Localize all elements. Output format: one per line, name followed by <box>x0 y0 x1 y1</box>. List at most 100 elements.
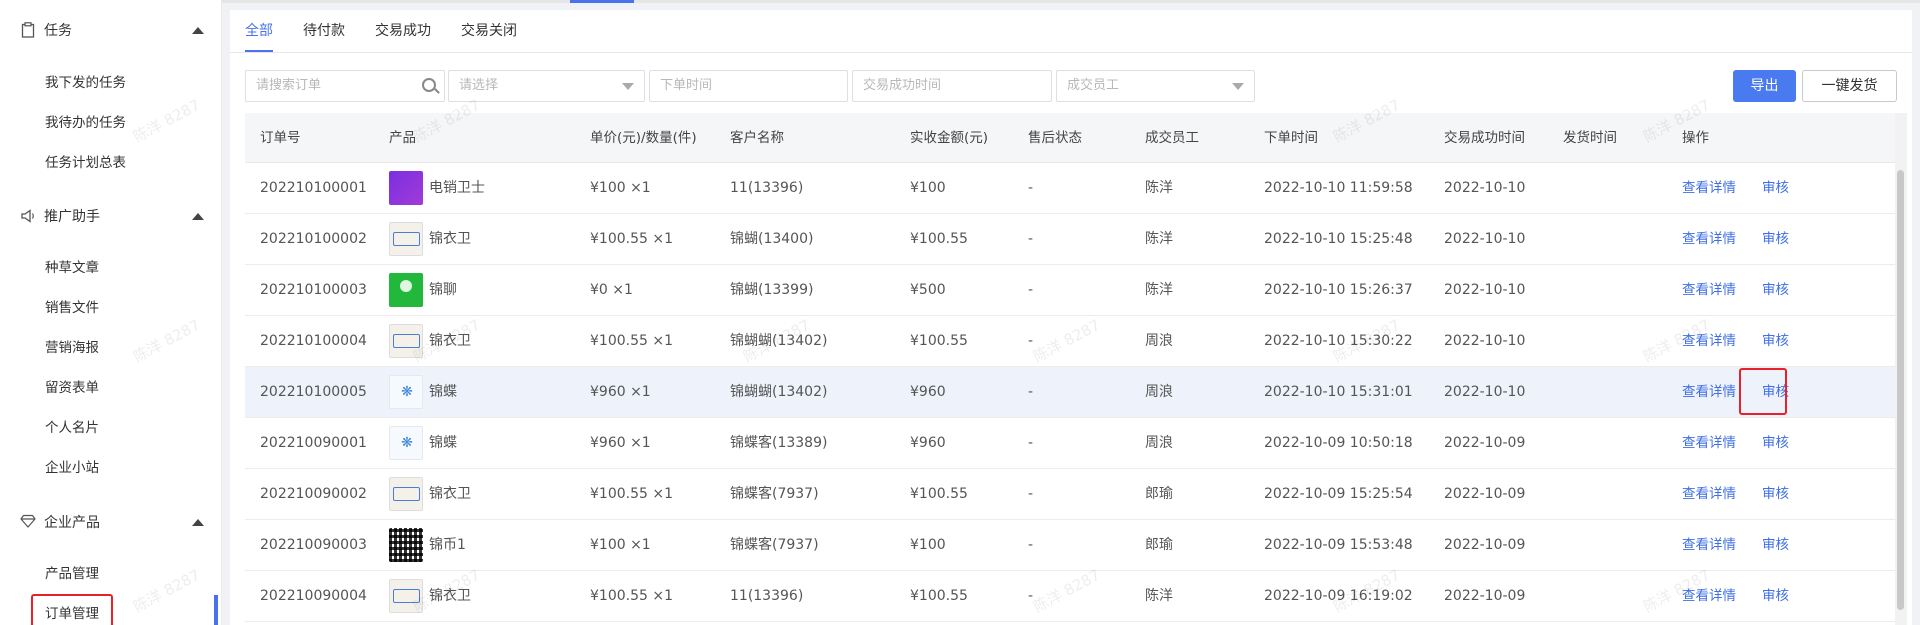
cell-order-time: 2022-10-10 15:30:22 <box>1264 333 1413 349</box>
cell-product-name: 电销卫士 <box>429 180 485 196</box>
top-divider <box>222 0 1920 3</box>
cell-after-sale: - <box>1028 588 1034 604</box>
cell-product-name: 锦聊 <box>429 282 457 298</box>
cell-amount: ¥100.55 <box>910 588 968 604</box>
table-row[interactable]: 202210100001 ¥100 ×1 11(13396) ¥100 - 陈洋 2022-… <box>245 163 1897 214</box>
chevron-up-icon[interactable] <box>192 26 204 34</box>
sidebar-item-sales-files[interactable]: 销售文件 <box>45 295 99 321</box>
review-link[interactable]: 审核 <box>1762 571 1789 621</box>
table-row[interactable]: 202210090002 ¥100.55 ×1 锦蝶客(7937) ¥100.55 - 郎… <box>245 469 1897 520</box>
cell-customer: 锦蝶客(7937) <box>730 486 819 502</box>
sidebar-group-label: 推广助手 <box>44 209 100 225</box>
review-link[interactable]: 审核 <box>1762 520 1789 570</box>
review-link[interactable]: 审核 <box>1762 316 1789 366</box>
review-link[interactable]: 审核 <box>1762 163 1789 213</box>
cell-success-time: 2022-10-09 <box>1444 588 1526 604</box>
sidebar-group-label: 任务 <box>44 23 72 39</box>
table-row[interactable]: 202210090001 ¥960 ×1 锦蝶客(13389) ¥960 - 周浪 2022… <box>245 418 1897 469</box>
tab-all[interactable]: 全部 <box>245 10 273 52</box>
cell-price-qty: ¥960 ×1 <box>590 435 651 451</box>
view-details-link[interactable]: 查看详情 <box>1682 163 1736 213</box>
product-thumbnail <box>389 222 423 256</box>
view-details-link[interactable]: 查看详情 <box>1682 265 1736 315</box>
cell-customer: 锦蝴(13399) <box>730 282 814 298</box>
table-row[interactable]: 202210100002 ¥100.55 ×1 锦蝴(13400) ¥100.55 - 陈… <box>245 214 1897 265</box>
tab-success[interactable]: 交易成功 <box>375 10 431 52</box>
view-details-link[interactable]: 查看详情 <box>1682 316 1736 366</box>
chevron-up-icon[interactable] <box>192 212 204 220</box>
sidebar-group-promotion[interactable]: 推广助手 <box>0 194 221 238</box>
cell-order-no: 202210100004 <box>260 333 367 349</box>
sidebar-item-task-plan[interactable]: 任务计划总表 <box>45 150 126 176</box>
sidebar-item-issued-tasks[interactable]: 我下发的任务 <box>45 70 126 96</box>
chevron-up-icon[interactable] <box>192 518 204 526</box>
table-row[interactable]: 202210100005 ¥960 ×1 锦蝴蝴(13402) ¥960 - 周浪 2022… <box>245 367 1897 418</box>
export-button[interactable]: 导出 <box>1733 70 1796 102</box>
cell-price-qty: ¥100.55 ×1 <box>590 333 673 349</box>
sidebar-item-articles[interactable]: 种草文章 <box>45 255 99 281</box>
cell-order-time: 2022-10-09 15:25:54 <box>1264 486 1413 502</box>
select-dropdown[interactable]: 请选择 <box>448 70 645 102</box>
cell-amount: ¥100 <box>910 537 946 553</box>
ship-all-button[interactable]: 一键发货 <box>1802 70 1897 102</box>
cell-customer: 锦蝴蝴(13402) <box>730 384 828 400</box>
cell-amount: ¥960 <box>910 435 946 451</box>
view-details-link[interactable]: 查看详情 <box>1682 571 1736 621</box>
search-icon[interactable] <box>422 78 436 92</box>
sidebar-item-mini-site[interactable]: 企业小站 <box>45 455 99 481</box>
cell-price-qty: ¥100.55 ×1 <box>590 231 673 247</box>
sidebar-item-business-card[interactable]: 个人名片 <box>45 415 99 441</box>
table-row[interactable]: 202210100004 ¥100.55 ×1 锦蝴蝴(13402) ¥100.55 -… <box>245 316 1897 367</box>
tab-closed[interactable]: 交易关闭 <box>461 10 517 52</box>
cell-order-time: 2022-10-10 15:31:01 <box>1264 384 1413 400</box>
scrollbar-thumb[interactable] <box>1897 170 1904 610</box>
cell-amount: ¥100.55 <box>910 333 968 349</box>
cell-order-no: 202210100002 <box>260 231 367 247</box>
table-row[interactable]: 202210100003 ¥0 ×1 锦蝴(13399) ¥500 - 陈洋 2022-10… <box>245 265 1897 316</box>
sidebar-group-tasks[interactable]: 任务 <box>0 8 221 52</box>
review-link[interactable]: 审核 <box>1762 214 1789 264</box>
tab-pending-payment[interactable]: 待付款 <box>303 10 345 52</box>
col-price-qty: 单价(元)/数量(件) <box>590 130 697 146</box>
cell-after-sale: - <box>1028 231 1034 247</box>
employee-select[interactable]: 成交员工 <box>1056 70 1255 102</box>
cell-amount: ¥100.55 <box>910 231 968 247</box>
cell-product-name: 锦衣卫 <box>429 333 471 349</box>
product-thumbnail <box>389 171 423 205</box>
review-link[interactable]: 审核 <box>1762 469 1789 519</box>
cell-success-time: 2022-10-09 <box>1444 435 1526 451</box>
clipboard-icon <box>20 22 36 38</box>
cell-product-name: 锦蝶 <box>429 435 457 451</box>
col-actions: 操作 <box>1682 130 1709 146</box>
cell-price-qty: ¥0 ×1 <box>590 282 633 298</box>
success-time-input[interactable]: 交易成功时间 <box>852 70 1052 102</box>
search-input[interactable]: 请搜索订单 <box>245 70 445 102</box>
sidebar-group-products[interactable]: 企业产品 <box>0 500 221 544</box>
col-employee: 成交员工 <box>1145 130 1199 146</box>
cell-employee: 周浪 <box>1145 333 1173 349</box>
review-link[interactable]: 审核 <box>1762 418 1789 468</box>
order-time-input[interactable]: 下单时间 <box>649 70 848 102</box>
cell-success-time: 2022-10-10 <box>1444 180 1526 196</box>
tabs-divider <box>230 52 1912 53</box>
table-row[interactable]: 202210090004 ¥100.55 ×1 11(13396) ¥100.55 - 陈… <box>245 571 1897 622</box>
cell-employee: 陈洋 <box>1145 282 1173 298</box>
view-details-link[interactable]: 查看详情 <box>1682 214 1736 264</box>
cell-product-name: 锦币1 <box>429 537 466 553</box>
col-success-time: 交易成功时间 <box>1444 130 1525 146</box>
cell-after-sale: - <box>1028 537 1034 553</box>
sidebar-item-todo-tasks[interactable]: 我待办的任务 <box>45 110 126 136</box>
view-details-link[interactable]: 查看详情 <box>1682 469 1736 519</box>
cell-order-no: 202210090003 <box>260 537 367 553</box>
view-details-link[interactable]: 查看详情 <box>1682 418 1736 468</box>
table-row[interactable]: 202210090003 ¥100 ×1 锦蝶客(7937) ¥100 - 郎瑜 2022-… <box>245 520 1897 571</box>
sidebar-item-product-management[interactable]: 产品管理 <box>45 561 99 587</box>
cell-order-no: 202210090002 <box>260 486 367 502</box>
cell-order-time: 2022-10-09 15:53:48 <box>1264 537 1413 553</box>
review-link[interactable]: 审核 <box>1762 265 1789 315</box>
view-details-link[interactable]: 查看详情 <box>1682 367 1736 417</box>
view-details-link[interactable]: 查看详情 <box>1682 520 1736 570</box>
sidebar-item-lead-forms[interactable]: 留资表单 <box>45 375 99 401</box>
sidebar-item-posters[interactable]: 营销海报 <box>45 335 99 361</box>
cell-customer: 锦蝴蝴(13402) <box>730 333 828 349</box>
